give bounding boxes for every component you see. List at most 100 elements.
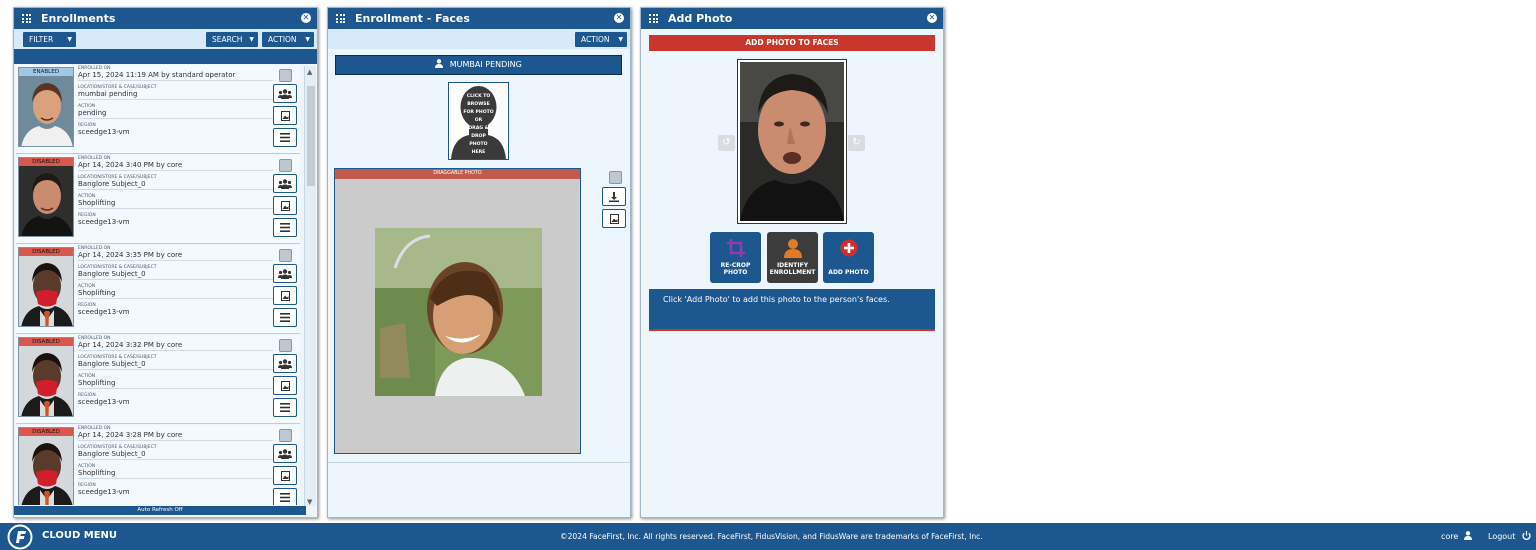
photo-icon	[280, 201, 290, 211]
drop-instruction-line: DROP	[471, 134, 486, 139]
face-photo	[19, 248, 73, 326]
user-menu[interactable]: core	[1441, 531, 1472, 541]
photo-button[interactable]	[273, 196, 297, 215]
details-list-button[interactable]	[273, 398, 297, 417]
action-value: Shoplifting	[78, 469, 273, 479]
details-list-button[interactable]	[273, 488, 297, 505]
list-icon	[280, 403, 290, 412]
list-icon	[280, 223, 290, 232]
select-checkbox[interactable]	[279, 69, 292, 82]
add-photo-title-bar: Add Photo ✕	[641, 8, 943, 29]
enrolled-on-value: Apr 14, 2024 3:32 PM by core	[78, 341, 273, 351]
enrolled-on-value: Apr 14, 2024 3:40 PM by core	[78, 161, 273, 171]
drop-instruction-line: BROWSE	[467, 102, 490, 107]
people-icon	[278, 179, 292, 189]
photo-button[interactable]	[602, 209, 626, 228]
close-icon[interactable]: ✕	[927, 13, 937, 23]
region-value: sceedge13-vm	[78, 308, 130, 316]
person-button[interactable]: MUMBAI PENDING	[335, 55, 622, 75]
action-button[interactable]: ACTION ▼	[262, 32, 314, 47]
info-message-box: Click 'Add Photo' to add this photo to t…	[649, 289, 935, 331]
action-value: Shoplifting	[78, 199, 273, 209]
grid-icon[interactable]	[649, 14, 658, 23]
grid-icon[interactable]	[336, 14, 345, 23]
enrollment-card[interactable]: DISABLED ENROLLED ON Apr 14, 2024 3:35 P…	[16, 245, 300, 334]
enrollment-status-badge: DISABLED	[19, 248, 73, 256]
draggable-photo-frame[interactable]: DRAGGABLE PHOTO	[334, 168, 581, 454]
enrollment-thumbnail[interactable]: ENABLED	[18, 67, 74, 147]
photo-button[interactable]	[273, 106, 297, 125]
close-icon[interactable]: ✕	[614, 13, 624, 23]
photo-button[interactable]	[273, 376, 297, 395]
scroll-down-icon[interactable]: ▼	[307, 498, 312, 506]
select-checkbox[interactable]	[279, 429, 292, 442]
details-list-button[interactable]	[273, 218, 297, 237]
download-button[interactable]	[602, 187, 626, 206]
auto-refresh-bar[interactable]: Auto Refresh Off	[14, 506, 306, 515]
copyright-text: ©2024 FaceFirst, Inc. All rights reserve…	[560, 532, 983, 541]
scroll-up-icon[interactable]: ▲	[307, 68, 312, 76]
search-button[interactable]: SEARCH ▼	[206, 32, 258, 47]
enrollment-card[interactable]: DISABLED ENROLLED ON Apr 14, 2024 3:28 P…	[16, 425, 300, 505]
footer-bar: CLOUD MENU ©2024 FaceFirst, Inc. All rig…	[0, 523, 1536, 550]
enrollment-card[interactable]: ENABLED ENROLLED ON Apr 15, 2024 11:19 A…	[16, 65, 300, 154]
person-icon	[783, 239, 802, 258]
list-icon	[280, 133, 290, 142]
details-list-button[interactable]	[273, 128, 297, 147]
close-icon[interactable]: ✕	[301, 13, 311, 23]
add-photo-button[interactable]: ADD PHOTO	[823, 232, 874, 283]
enrollment-thumbnail[interactable]: DISABLED	[18, 427, 74, 505]
photo-button[interactable]	[273, 466, 297, 485]
enrollment-thumbnail[interactable]: DISABLED	[18, 157, 74, 237]
faces-button[interactable]	[273, 174, 297, 193]
caret-down-icon: ▼	[618, 36, 623, 43]
auto-refresh-label: Auto Refresh Off	[137, 507, 183, 513]
person-button-label: MUMBAI PENDING	[449, 60, 522, 69]
rotate-left-button[interactable]: ↺	[718, 135, 735, 151]
select-checkbox[interactable]	[279, 339, 292, 352]
crop-icon	[726, 239, 745, 257]
face-photo	[19, 158, 73, 236]
faces-button[interactable]	[273, 84, 297, 103]
action-value: Shoplifting	[78, 289, 273, 299]
enrollment-card[interactable]: DISABLED ENROLLED ON Apr 14, 2024 3:32 P…	[16, 335, 300, 424]
logout-button[interactable]: Logout	[1488, 531, 1531, 541]
region-value: sceedge13-vm	[78, 488, 130, 496]
cloud-menu-button[interactable]: CLOUD MENU	[42, 530, 117, 541]
rotate-right-button[interactable]: ↻	[848, 135, 865, 151]
grid-icon[interactable]	[22, 14, 31, 23]
drop-instruction-line: CLICK TO	[466, 94, 491, 99]
action-value: pending	[78, 109, 273, 119]
cloud-menu-logo-icon[interactable]	[7, 524, 33, 550]
location-value: mumbai pending	[78, 90, 273, 100]
select-checkbox[interactable]	[609, 171, 622, 184]
list-icon	[280, 493, 290, 502]
photo-button[interactable]	[273, 286, 297, 305]
select-checkbox[interactable]	[279, 249, 292, 262]
enrollment-thumbnail[interactable]: DISABLED	[18, 337, 74, 417]
photo-preview-frame	[737, 59, 847, 224]
faces-button[interactable]	[273, 354, 297, 373]
draggable-photo[interactable]	[375, 228, 542, 396]
logout-label: Logout	[1488, 532, 1516, 541]
enrollment-list: ENABLED ENROLLED ON Apr 15, 2024 11:19 A…	[14, 65, 304, 505]
scrollbar-thumb[interactable]	[307, 86, 315, 186]
location-value: Banglore Subject_0	[78, 180, 273, 190]
faces-button[interactable]	[273, 444, 297, 463]
recrop-photo-button[interactable]: RE-CROP PHOTO	[710, 232, 761, 283]
filter-button[interactable]: FILTER ▼	[23, 32, 76, 47]
scrollbar[interactable]: ▲ ▼	[304, 66, 316, 506]
select-checkbox[interactable]	[279, 159, 292, 172]
details-list-button[interactable]	[273, 308, 297, 327]
identify-enrollment-button[interactable]: IDENTIFY ENROLLMENT	[767, 232, 818, 283]
enrollments-title-bar: Enrollments ✕	[14, 8, 317, 29]
action-label: ACTION	[581, 35, 610, 44]
enrollment-thumbnail[interactable]: DISABLED	[18, 247, 74, 327]
photo-drop-zone[interactable]: CLICK TO BROWSE FOR PHOTO OR DRAG & DROP PHOTO…	[448, 82, 509, 160]
people-icon	[278, 89, 292, 99]
action-button[interactable]: ACTION ▼	[575, 32, 627, 47]
enrollment-card[interactable]: DISABLED ENROLLED ON Apr 14, 2024 3:40 P…	[16, 155, 300, 244]
photo-icon	[280, 291, 290, 301]
add-photo-banner: ADD PHOTO TO FACES	[649, 35, 935, 51]
faces-button[interactable]	[273, 264, 297, 283]
